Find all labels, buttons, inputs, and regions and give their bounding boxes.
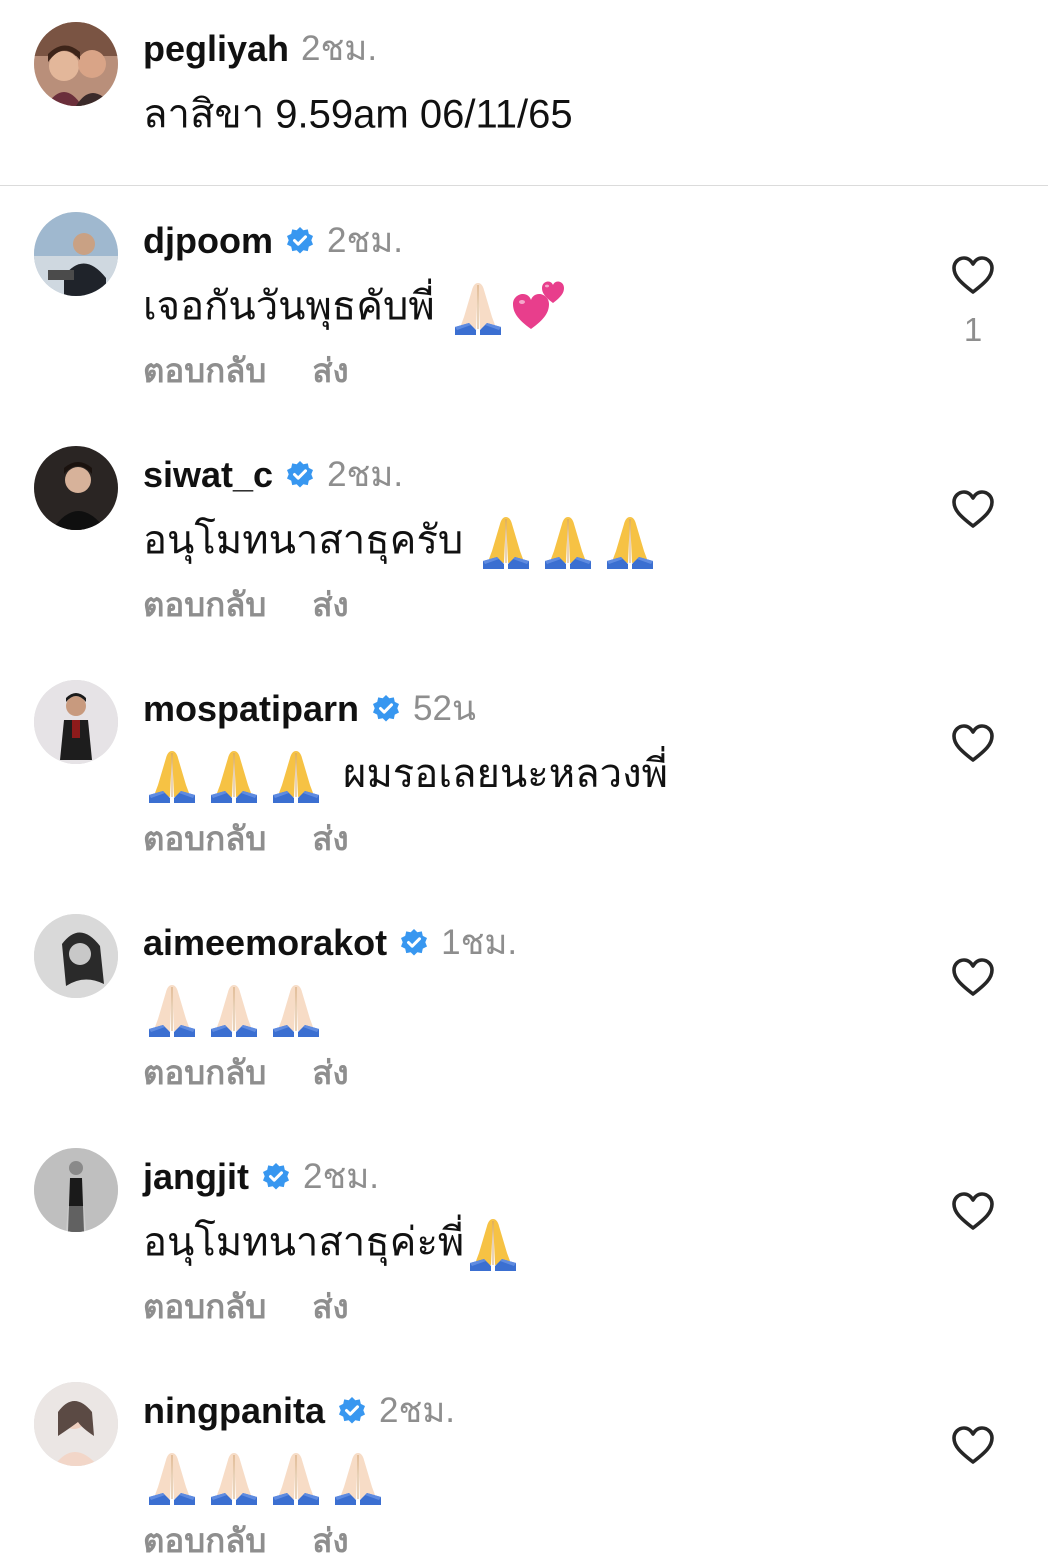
folded-hands-emoji-icon — [143, 1447, 201, 1506]
comment-text: ผมรอเลยนะหลวงพี่ — [143, 740, 668, 804]
comment-actions: ตอบกลับ ส่ง — [143, 582, 349, 628]
reply-button[interactable]: ตอบกลับ — [143, 1288, 266, 1325]
comment-timestamp: 1ชม. — [441, 923, 518, 962]
folded-hands-emoji-icon — [477, 511, 535, 570]
comment-text-content: เจอกันวันพุธคับพี่ — [143, 284, 435, 329]
comment-text — [143, 1442, 387, 1506]
folded-hands-emoji-icon — [205, 1447, 263, 1506]
send-button[interactable]: ส่ง — [312, 586, 348, 623]
comment-header: aimeemorakot 1ชม. — [143, 918, 517, 968]
reply-button[interactable]: ตอบกลับ — [143, 1054, 266, 1091]
folded-hands-emoji-icon — [267, 1447, 325, 1506]
heart-outline-icon[interactable] — [950, 955, 996, 1001]
folded-hands-emoji-icon — [143, 745, 201, 804]
comment-timestamp: 2ชม. — [327, 455, 404, 494]
reply-button[interactable]: ตอบกลับ — [143, 1522, 266, 1559]
comment-actions: ตอบกลับ ส่ง — [143, 1050, 349, 1096]
heart-outline-icon[interactable] — [950, 1189, 996, 1235]
comment-actions: ตอบกลับ ส่ง — [143, 348, 349, 394]
verified-badge-icon — [371, 694, 401, 724]
send-button[interactable]: ส่ง — [312, 1054, 348, 1091]
folded-hands-emoji-icon — [267, 745, 325, 804]
heart-outline-icon[interactable] — [950, 1423, 996, 1469]
folded-hands-emoji-icon — [449, 277, 507, 336]
comment-timestamp: 2ชม. — [379, 1391, 456, 1430]
comment-text — [143, 974, 325, 1038]
comment-text: อนุโมทนาสาธุค่ะพี่ — [143, 1208, 522, 1272]
folded-hands-emoji-icon — [205, 979, 263, 1038]
avatar-jangjit[interactable] — [34, 1148, 118, 1232]
comment-text-content: อนุโมทนาสาธุครับ — [143, 518, 464, 563]
folded-hands-emoji-icon — [205, 745, 263, 804]
comment-username[interactable]: ningpanita — [143, 1386, 325, 1436]
verified-badge-icon — [261, 1162, 291, 1192]
comment-username[interactable]: djpoom — [143, 216, 273, 266]
comment-timestamp: 52น — [413, 689, 476, 728]
send-button[interactable]: ส่ง — [312, 352, 348, 389]
folded-hands-emoji-icon — [464, 1213, 522, 1272]
folded-hands-emoji-icon — [539, 511, 597, 570]
heart-outline-icon[interactable] — [950, 721, 996, 767]
two-hearts-emoji-icon — [511, 277, 569, 335]
like-count: 1 — [963, 311, 983, 348]
reply-button[interactable]: ตอบกลับ — [143, 820, 266, 857]
folded-hands-emoji-icon — [143, 979, 201, 1038]
send-button[interactable]: ส่ง — [312, 1288, 348, 1325]
verified-badge-icon — [285, 460, 315, 490]
comment-header: mospatiparn 52น — [143, 684, 476, 734]
avatar-ningpanita[interactable] — [34, 1382, 118, 1466]
reply-button[interactable]: ตอบกลับ — [143, 586, 266, 623]
send-button[interactable]: ส่ง — [312, 820, 348, 857]
comment-header: djpoom 2ชม. — [143, 216, 403, 266]
caption-username[interactable]: pegliyah — [143, 24, 289, 74]
comment-username[interactable]: siwat_c — [143, 450, 273, 500]
comment-actions: ตอบกลับ ส่ง — [143, 816, 349, 862]
comment-text: เจอกันวันพุธคับพี่ — [143, 272, 569, 336]
avatar-aimeemorakot[interactable] — [34, 914, 118, 998]
verified-badge-icon — [399, 928, 429, 958]
avatar-mospatiparn[interactable] — [34, 680, 118, 764]
verified-badge-icon — [337, 1396, 367, 1426]
comment-timestamp: 2ชม. — [326, 221, 403, 260]
comment-text-content: อนุโมทนาสาธุค่ะพี่ — [143, 1220, 465, 1265]
comment-actions: ตอบกลับ ส่ง — [143, 1518, 349, 1564]
comment-username[interactable]: jangjit — [143, 1152, 249, 1202]
folded-hands-emoji-icon — [601, 511, 659, 570]
comment-text: อนุโมทนาสาธุครับ — [143, 506, 659, 570]
comment-text-content: ผมรอเลยนะหลวงพี่ — [343, 752, 668, 797]
comment-header: ningpanita 2ชม. — [143, 1386, 455, 1436]
avatar-siwat-c[interactable] — [34, 446, 118, 530]
send-button[interactable]: ส่ง — [312, 1522, 348, 1559]
folded-hands-emoji-icon — [329, 1447, 387, 1506]
heart-outline-icon[interactable] — [950, 253, 996, 299]
heart-outline-icon[interactable] — [950, 487, 996, 533]
comment-header: siwat_c 2ชม. — [143, 450, 403, 500]
caption-text: ลาสิขา 9.59am 06/11/65 — [143, 80, 573, 144]
caption-text-content: ลาสิขา 9.59am 06/11/65 — [143, 92, 573, 137]
post-caption: pegliyah 2ชม. ลาสิขา 9.59am 06/11/65 — [0, 0, 1048, 186]
comment-username[interactable]: mospatiparn — [143, 684, 359, 734]
avatar-pegliyah[interactable] — [34, 22, 118, 106]
verified-badge-icon — [285, 226, 315, 256]
folded-hands-emoji-icon — [267, 979, 325, 1038]
comment-timestamp: 2ชม. — [303, 1157, 380, 1196]
comment-actions: ตอบกลับ ส่ง — [143, 1284, 349, 1330]
comment-username[interactable]: aimeemorakot — [143, 918, 387, 968]
avatar-djpoom[interactable] — [34, 212, 118, 296]
comment-header: jangjit 2ชม. — [143, 1152, 379, 1202]
reply-button[interactable]: ตอบกลับ — [143, 352, 266, 389]
caption-timestamp: 2ชม. — [301, 29, 378, 68]
caption-header: pegliyah 2ชม. — [143, 24, 377, 74]
